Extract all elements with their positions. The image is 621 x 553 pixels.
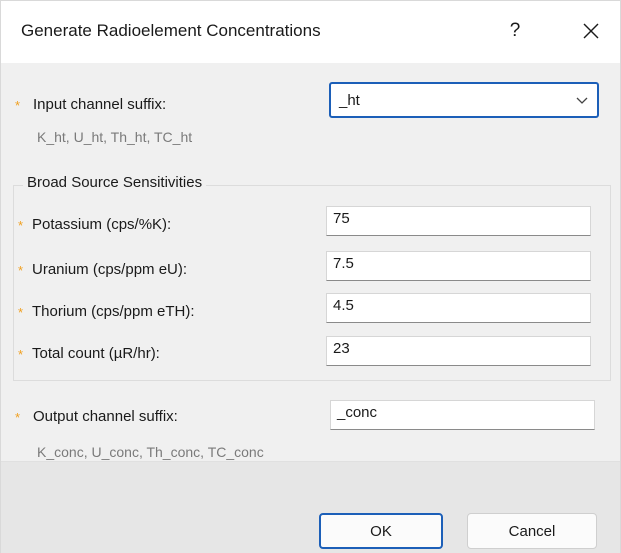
input-suffix-value: _ht: [339, 92, 360, 109]
uranium-field[interactable]: 7.5: [326, 251, 591, 281]
button-bar: OK Cancel: [1, 461, 620, 553]
thorium-label: Thorium (cps/ppm eTH):: [32, 303, 195, 320]
input-suffix-label: Input channel suffix:: [33, 96, 167, 113]
dialog-window: Generate Radioelement Concentrations ? *…: [0, 0, 621, 553]
input-suffix-combo[interactable]: _ht: [329, 82, 599, 118]
potassium-label: Potassium (cps/%K):: [32, 216, 172, 233]
required-marker: *: [15, 98, 21, 113]
required-marker: *: [18, 263, 24, 278]
total-count-field[interactable]: 23: [326, 336, 591, 366]
ok-button[interactable]: OK: [319, 513, 443, 549]
chevron-down-icon: [576, 97, 588, 104]
close-icon: [583, 23, 599, 39]
thorium-field[interactable]: 4.5: [326, 293, 591, 323]
cancel-button[interactable]: Cancel: [467, 513, 597, 549]
dialog-title: Generate Radioelement Concentrations: [21, 21, 321, 40]
title-bar: Generate Radioelement Concentrations ?: [1, 1, 620, 63]
required-marker: *: [15, 410, 21, 425]
help-button[interactable]: ?: [497, 14, 533, 48]
input-suffix-hint: K_ht, U_ht, Th_ht, TC_ht: [37, 129, 193, 145]
required-marker: *: [18, 305, 24, 320]
required-marker: *: [18, 218, 24, 233]
output-suffix-hint: K_conc, U_conc, Th_conc, TC_conc: [37, 444, 264, 460]
potassium-field[interactable]: 75: [326, 206, 591, 236]
output-suffix-label: Output channel suffix:: [33, 408, 178, 425]
group-title: Broad Source Sensitivities: [23, 174, 207, 191]
required-marker: *: [18, 347, 24, 362]
uranium-label: Uranium (cps/ppm eU):: [32, 261, 188, 278]
total-count-label: Total count (µR/hr):: [32, 345, 160, 362]
output-suffix-field[interactable]: _conc: [330, 400, 595, 430]
close-button[interactable]: [571, 14, 611, 48]
